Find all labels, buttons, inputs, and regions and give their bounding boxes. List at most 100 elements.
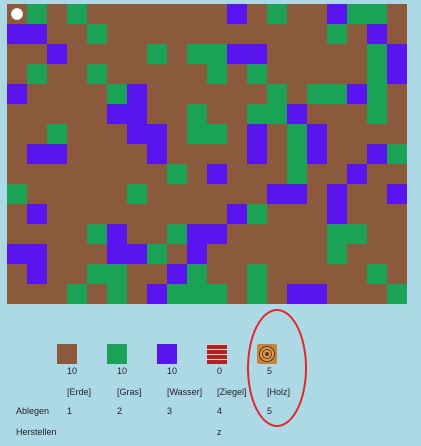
tile-erde[interactable] [147,184,167,204]
tile-erde[interactable] [7,44,27,64]
tile-erde[interactable] [7,144,27,164]
tile-gras[interactable] [167,164,187,184]
tile-gras[interactable] [107,264,127,284]
tile-wasser[interactable] [47,144,67,164]
tile-erde[interactable] [267,244,287,264]
tile-gras[interactable] [327,224,347,244]
tile-erde[interactable] [307,44,327,64]
tile-erde[interactable] [207,204,227,224]
tile-gras[interactable] [267,4,287,24]
tile-erde[interactable] [267,144,287,164]
tile-erde[interactable] [67,204,87,224]
tile-gras[interactable] [327,244,347,264]
tile-wasser[interactable] [287,184,307,204]
tile-erde[interactable] [307,224,327,244]
tile-erde[interactable] [127,224,147,244]
tile-erde[interactable] [227,64,247,84]
tile-erde[interactable] [107,4,127,24]
tile-erde[interactable] [67,104,87,124]
tile-wasser[interactable] [287,284,307,304]
tile-erde[interactable] [347,64,367,84]
brick-icon[interactable] [207,344,227,364]
tile-wasser[interactable] [367,24,387,44]
tile-erde[interactable] [47,4,67,24]
tile-erde[interactable] [187,204,207,224]
tile-erde[interactable] [387,244,407,264]
tile-erde[interactable] [147,224,167,244]
tile-erde[interactable] [147,264,167,284]
tile-erde[interactable] [127,24,147,44]
tile-gras[interactable] [147,244,167,264]
tile-erde[interactable] [247,164,267,184]
tile-erde[interactable] [247,244,267,264]
tile-wasser[interactable] [107,224,127,244]
tile-erde[interactable] [267,204,287,224]
tile-erde[interactable] [227,24,247,44]
tile-wasser[interactable] [7,244,27,264]
tile-erde[interactable] [287,84,307,104]
tile-gras[interactable] [187,124,207,144]
tile-wasser[interactable] [127,244,147,264]
tile-erde[interactable] [327,44,347,64]
tile-erde[interactable] [187,164,207,184]
tile-erde[interactable] [47,84,67,104]
tile-erde[interactable] [307,104,327,124]
tile-gras[interactable] [347,4,367,24]
tile-erde[interactable] [267,284,287,304]
tile-erde[interactable] [327,264,347,284]
tile-erde[interactable] [207,244,227,264]
tile-erde[interactable] [327,104,347,124]
tile-erde[interactable] [387,264,407,284]
tile-gras[interactable] [367,264,387,284]
tile-erde[interactable] [267,44,287,64]
tile-erde[interactable] [387,204,407,224]
tile-erde[interactable] [367,224,387,244]
tile-wasser[interactable] [187,224,207,244]
tile-erde[interactable] [227,104,247,124]
tile-erde[interactable] [227,144,247,164]
tile-erde[interactable] [27,104,47,124]
tile-erde[interactable] [87,104,107,124]
tile-wasser[interactable] [307,124,327,144]
tile-erde[interactable] [87,84,107,104]
tile-erde[interactable] [167,124,187,144]
tile-erde[interactable] [367,284,387,304]
tile-wasser[interactable] [387,184,407,204]
tile-gras[interactable] [107,84,127,104]
tile-wasser[interactable] [327,184,347,204]
tile-erde[interactable] [307,204,327,224]
tile-erde[interactable] [227,184,247,204]
tile-erde[interactable] [167,24,187,44]
tile-wasser[interactable] [327,4,347,24]
tile-erde[interactable] [367,184,387,204]
tile-gras[interactable] [327,84,347,104]
tile-erde[interactable] [347,204,367,224]
tile-erde[interactable] [347,44,367,64]
tile-erde[interactable] [67,264,87,284]
tile-erde[interactable] [247,224,267,244]
tile-erde[interactable] [47,64,67,84]
tile-erde[interactable] [7,204,27,224]
tile-erde[interactable] [287,44,307,64]
tile-wasser[interactable] [27,244,47,264]
tile-gras[interactable] [287,124,307,144]
tile-gras[interactable] [87,64,107,84]
tile-wasser[interactable] [127,104,147,124]
tile-erde[interactable] [207,264,227,284]
tile-erde[interactable] [67,64,87,84]
tile-erde[interactable] [267,264,287,284]
tile-wasser[interactable] [347,84,367,104]
tile-gras[interactable] [87,24,107,44]
tile-gras[interactable] [247,104,267,124]
tile-wasser[interactable] [107,244,127,264]
tile-wasser[interactable] [27,264,47,284]
tile-wasser[interactable] [147,144,167,164]
tile-erde[interactable] [267,124,287,144]
tile-erde[interactable] [327,164,347,184]
tile-gras[interactable] [107,284,127,304]
tile-gras[interactable] [327,24,347,44]
tile-erde[interactable] [347,124,367,144]
tile-erde[interactable] [347,244,367,264]
tile-wasser[interactable] [387,64,407,84]
tile-erde[interactable] [187,84,207,104]
